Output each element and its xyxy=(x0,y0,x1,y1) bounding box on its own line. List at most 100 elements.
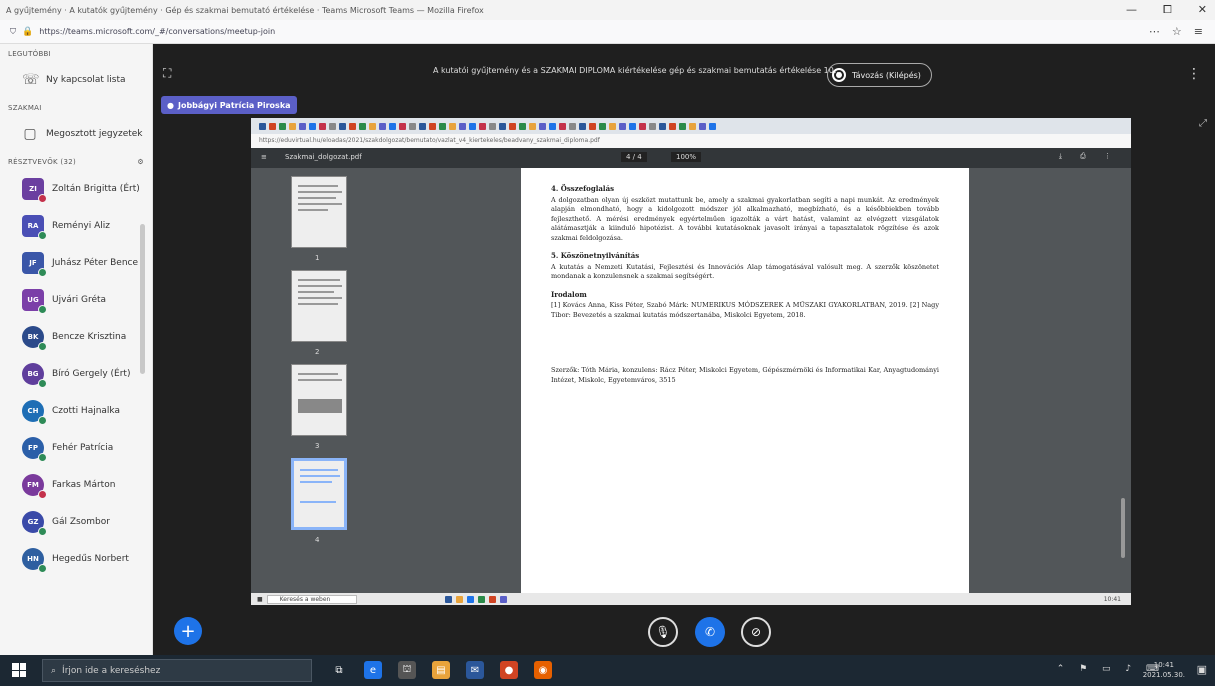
mic-off-button[interactable]: 🎙 xyxy=(648,617,678,647)
thumbnail-page-2[interactable] xyxy=(291,270,347,342)
pdf-scrollbar[interactable] xyxy=(1121,498,1125,558)
nav-item-contacts[interactable]: ☏ Ny kapcsolat lista xyxy=(0,62,152,98)
lock-icon[interactable]: 🔒 xyxy=(22,27,33,37)
participant-row[interactable]: UG Ujvári Gréta xyxy=(0,281,152,318)
browser-tab[interactable] xyxy=(359,122,366,130)
browser-tab[interactable] xyxy=(639,122,646,130)
settings-icon[interactable]: ⚙ xyxy=(137,158,144,166)
pdf-viewer[interactable]: 4. Összefoglalás A dolgozatban olyan új … xyxy=(385,168,1131,593)
browser-tab[interactable] xyxy=(319,122,326,130)
nav-item-notes[interactable]: ▢ Megosztott jegyzetek xyxy=(0,116,152,152)
participant-row[interactable]: BK Bencze Krisztina xyxy=(0,318,152,355)
browser-tab[interactable] xyxy=(469,122,476,130)
browser-tab[interactable] xyxy=(369,122,376,130)
browser-tab[interactable] xyxy=(699,122,706,130)
participant-row[interactable]: HN Hegedűs Norbert xyxy=(0,540,152,577)
browser-tab[interactable] xyxy=(649,122,656,130)
browser-tab[interactable] xyxy=(669,122,676,130)
leave-button[interactable]: Távozás (Kilépés) xyxy=(827,63,932,87)
browser-tab[interactable] xyxy=(349,122,356,130)
browser-tab[interactable] xyxy=(509,122,516,130)
shield-icon[interactable]: ⛉ xyxy=(10,27,16,37)
notification-icon[interactable]: ▣ xyxy=(1197,663,1207,676)
maximize-button[interactable]: ⧠ xyxy=(1163,3,1172,17)
sidebar-scrollbar[interactable] xyxy=(140,224,145,374)
browser-tab[interactable] xyxy=(569,122,576,130)
participant-row[interactable]: BG Bíró Gergely (Ért) xyxy=(0,355,152,392)
browser-tab[interactable] xyxy=(709,122,716,130)
browser-tab[interactable] xyxy=(619,122,626,130)
camera-off-button[interactable]: ⊘ xyxy=(741,617,771,647)
browser-tab[interactable] xyxy=(379,122,386,130)
edge-icon[interactable]: e xyxy=(364,661,382,679)
browser-tab[interactable] xyxy=(689,122,696,130)
participant-row[interactable]: JF Juhász Péter Bence xyxy=(0,244,152,281)
browser-tab[interactable] xyxy=(299,122,306,130)
start-button[interactable] xyxy=(12,663,26,677)
browser-tab[interactable] xyxy=(589,122,596,130)
add-button[interactable]: + xyxy=(174,617,202,645)
browser-tab[interactable] xyxy=(309,122,316,130)
hangup-button[interactable]: ✆ xyxy=(695,617,725,647)
browser-tab[interactable] xyxy=(549,122,556,130)
browser-tab[interactable] xyxy=(499,122,506,130)
app-icon[interactable]: ● xyxy=(500,661,518,679)
browser-tab[interactable] xyxy=(439,122,446,130)
browser-tab[interactable] xyxy=(539,122,546,130)
browser-tab[interactable] xyxy=(629,122,636,130)
browser-tab[interactable] xyxy=(279,122,286,130)
participants-icon[interactable]: ⛶ xyxy=(163,66,171,81)
browser-tab[interactable] xyxy=(579,122,586,130)
thumbnail-page-4[interactable] xyxy=(291,458,347,530)
close-button[interactable]: ✕ xyxy=(1198,3,1207,17)
browser-tab[interactable] xyxy=(389,122,396,130)
browser-tab[interactable] xyxy=(559,122,566,130)
browser-tab[interactable] xyxy=(679,122,686,130)
browser-tab[interactable] xyxy=(269,122,276,130)
mail-icon[interactable]: ✉ xyxy=(466,661,484,679)
browser-tab[interactable] xyxy=(429,122,436,130)
expand-icon[interactable]: ⤢ xyxy=(1199,118,1207,129)
hamburger-icon[interactable]: ≡ xyxy=(261,153,267,161)
browser-tab[interactable] xyxy=(399,122,406,130)
thumbnail-page-1[interactable] xyxy=(291,176,347,248)
taskbar-search[interactable]: ⌕ Írjon ide a kereséshez xyxy=(42,659,312,682)
minimize-button[interactable]: — xyxy=(1126,3,1137,17)
browser-tab[interactable] xyxy=(519,122,526,130)
browser-tab[interactable] xyxy=(339,122,346,130)
more-options-icon[interactable]: ⋮ xyxy=(1187,66,1201,82)
firefox-icon[interactable]: ◉ xyxy=(534,661,552,679)
browser-tab[interactable] xyxy=(459,122,466,130)
store-icon[interactable]: ⛫ xyxy=(398,661,416,679)
menu-icon[interactable]: ≡ xyxy=(1194,25,1203,38)
pdf-tools[interactable]: ⤓ ⎙ ⋮ xyxy=(1059,152,1119,161)
bookmark-icon[interactable]: ☆ xyxy=(1172,25,1182,38)
taskbar-clock[interactable]: 10:41 2021.05.30. xyxy=(1143,660,1185,680)
more-icon[interactable]: ⋯ xyxy=(1149,25,1160,38)
browser-tab[interactable] xyxy=(409,122,416,130)
participant-row[interactable]: CH Czotti Hajnalka xyxy=(0,392,152,429)
thumbnail-page-3[interactable] xyxy=(291,364,347,436)
browser-tab[interactable] xyxy=(479,122,486,130)
browser-tab[interactable] xyxy=(329,122,336,130)
url-text[interactable]: https://teams.microsoft.com/_#/conversat… xyxy=(39,27,275,36)
zoom-level[interactable]: 100% xyxy=(671,152,702,162)
browser-tab[interactable] xyxy=(259,122,266,130)
explorer-icon[interactable]: ▤ xyxy=(432,661,450,679)
address-bar[interactable]: ⛉ 🔒 https://teams.microsoft.com/_#/conve… xyxy=(0,20,1215,44)
browser-tab[interactable] xyxy=(289,122,296,130)
browser-tab[interactable] xyxy=(489,122,496,130)
browser-tab[interactable] xyxy=(609,122,616,130)
participant-row[interactable]: RA Reményi Aliz xyxy=(0,207,152,244)
browser-tab[interactable] xyxy=(529,122,536,130)
participant-row[interactable]: ZI Zoltán Brigitta (Ért) xyxy=(0,170,152,207)
browser-tab[interactable] xyxy=(659,122,666,130)
browser-tab[interactable] xyxy=(599,122,606,130)
participant-row[interactable]: FM Farkas Márton xyxy=(0,466,152,503)
participant-row[interactable]: GZ Gál Zsombor xyxy=(0,503,152,540)
participant-row[interactable]: FP Fehér Patrícia xyxy=(0,429,152,466)
browser-tab[interactable] xyxy=(419,122,426,130)
task-view-icon[interactable]: ⧉ xyxy=(330,661,348,679)
page-indicator[interactable]: 4 / 4 xyxy=(621,152,647,162)
browser-tab[interactable] xyxy=(449,122,456,130)
